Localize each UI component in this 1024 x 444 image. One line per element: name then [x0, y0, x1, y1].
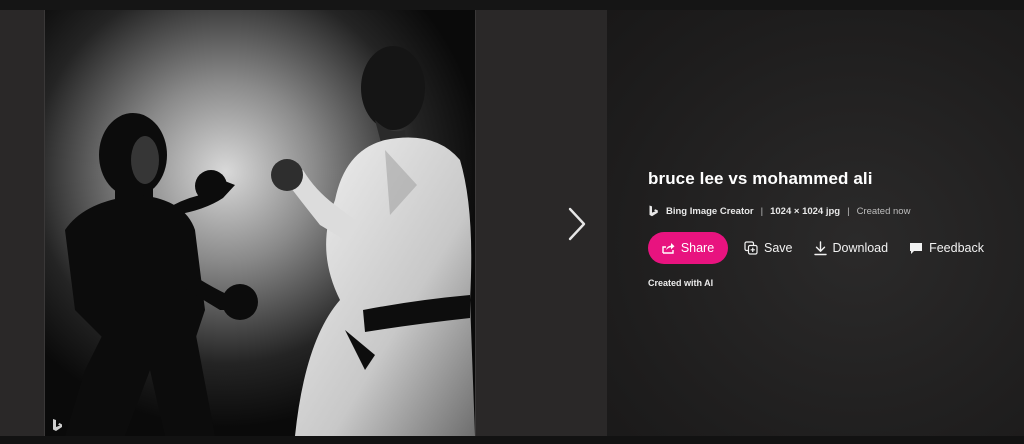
save-label: Save	[764, 241, 793, 255]
save-to-collection-icon	[744, 241, 758, 255]
share-button[interactable]: Share	[648, 232, 728, 264]
meta-separator: |	[760, 205, 764, 217]
meta-separator: |	[847, 205, 850, 217]
image-viewer	[0, 10, 607, 436]
bottom-strip	[0, 436, 1024, 444]
fighters-image	[45, 10, 475, 436]
share-label: Share	[680, 241, 715, 255]
top-strip	[0, 0, 1024, 10]
generated-image[interactable]	[44, 10, 476, 436]
bing-watermark-icon	[53, 419, 62, 431]
download-icon	[813, 240, 827, 255]
download-label: Download	[832, 241, 889, 255]
feedback-icon	[910, 243, 923, 254]
creator-label: Bing Image Creator	[666, 205, 754, 217]
feedback-label: Feedback	[929, 241, 984, 255]
download-button[interactable]: Download	[813, 240, 889, 256]
image-meta: Bing Image Creator | 1024 × 1024 jpg | C…	[648, 205, 910, 217]
next-image-button[interactable]	[557, 200, 597, 248]
save-button[interactable]: Save	[744, 241, 793, 255]
bing-icon	[649, 205, 658, 217]
share-icon	[662, 243, 675, 254]
action-bar: Share Save Download Feedback	[648, 232, 984, 264]
chevron-right-icon	[568, 207, 586, 241]
image-title: bruce lee vs mohammed ali	[648, 169, 873, 188]
created-with-ai-note: Created with AI	[648, 278, 714, 288]
details-panel: bruce lee vs mohammed ali Bing Image Cre…	[607, 10, 1024, 436]
created-time-label: Created now	[856, 205, 911, 217]
feedback-button[interactable]: Feedback	[909, 241, 984, 255]
image-size-label: 1024 × 1024 jpg	[770, 205, 841, 217]
